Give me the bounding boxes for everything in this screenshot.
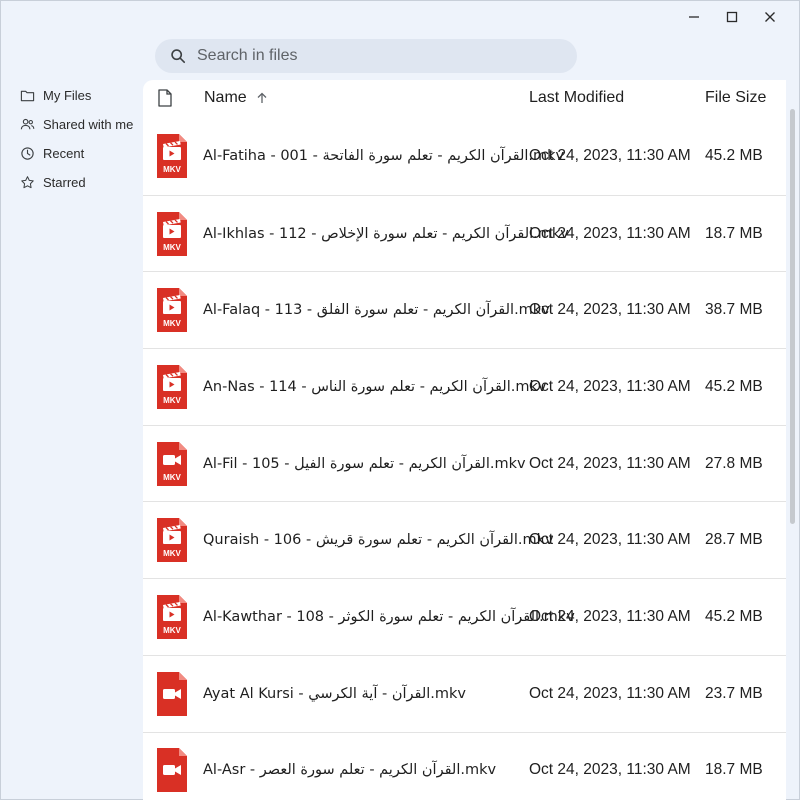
sidebar: My Files Shared with me Recent Starred <box>13 81 143 197</box>
file-size: 23.7 MB <box>705 685 763 703</box>
file-last-modified: Oct 24, 2023, 11:30 AM <box>529 761 691 779</box>
file-name: Al-Fatiha - 001 - القرآن الكريم - تعلم س… <box>203 148 564 164</box>
sidebar-item-starred[interactable]: Starred <box>13 168 143 197</box>
svg-text:MKV: MKV <box>163 319 181 328</box>
svg-text:MKV: MKV <box>163 473 181 482</box>
window-controls <box>675 7 789 27</box>
file-name: Al-Kawthar - 108 - القرآن الكريم - تعلم … <box>203 609 575 625</box>
file-last-modified: Oct 24, 2023, 11:30 AM <box>529 225 691 243</box>
table-row[interactable]: MKV Al-Ikhlas - 112 - القرآن الكريم - تع… <box>143 195 786 272</box>
sort-ascending-icon <box>256 92 268 104</box>
file-size: 28.7 MB <box>705 531 763 549</box>
table-row[interactable]: Al-Asr - القرآن الكريم - تعلم سورة العصر… <box>143 732 786 801</box>
file-size: 45.2 MB <box>705 608 763 626</box>
file-last-modified: Oct 24, 2023, 11:30 AM <box>529 455 691 473</box>
mkv-file-icon: MKV <box>155 516 189 564</box>
file-size: 18.7 MB <box>705 761 763 779</box>
scrollbar-thumb[interactable] <box>790 109 795 524</box>
file-type-icon <box>157 89 173 107</box>
table-row[interactable]: MKV An-Nas - 114 - القرآن الكريم - تعلم … <box>143 348 786 425</box>
column-header-file-size[interactable]: File Size <box>705 89 766 107</box>
mkv-file-icon: MKV <box>155 363 189 411</box>
table-row[interactable]: MKV Al-Falaq - 113 - القرآن الكريم - تعل… <box>143 271 786 348</box>
svg-text:MKV: MKV <box>163 549 181 558</box>
file-size: 27.8 MB <box>705 455 763 473</box>
file-name: Al-Falaq - 113 - القرآن الكريم - تعلم سو… <box>203 302 550 318</box>
star-icon <box>19 175 35 191</box>
maximize-icon[interactable] <box>713 7 751 27</box>
file-size: 45.2 MB <box>705 378 763 396</box>
file-size: 18.7 MB <box>705 225 763 243</box>
file-last-modified: Oct 24, 2023, 11:30 AM <box>529 685 691 703</box>
sidebar-item-label: Shared with me <box>43 117 133 132</box>
video-file-icon <box>155 746 189 794</box>
table-header: Name Last Modified File Size <box>143 80 786 116</box>
column-header-name-label: Name <box>204 89 247 107</box>
file-last-modified: Oct 24, 2023, 11:30 AM <box>529 147 691 165</box>
clock-icon <box>19 146 35 162</box>
file-size: 38.7 MB <box>705 301 763 319</box>
file-last-modified: Oct 24, 2023, 11:30 AM <box>529 301 691 319</box>
table-row[interactable]: MKV Quraish - 106 - القرآن الكريم - تعلم… <box>143 501 786 578</box>
mkv-file-icon: MKV <box>155 132 189 180</box>
table-row[interactable]: MKV Al-Kawthar - 108 - القرآن الكريم - ت… <box>143 578 786 655</box>
table-row[interactable]: MKV Al-Fil - 105 - القرآن الكريم - تعلم … <box>143 425 786 502</box>
people-icon <box>19 117 35 133</box>
file-rows: MKV Al-Fatiha - 001 - القرآن الكريم - تع… <box>143 118 786 801</box>
file-name: An-Nas - 114 - القرآن الكريم - تعلم سورة… <box>203 379 546 395</box>
sidebar-item-label: Recent <box>43 146 84 161</box>
folder-icon <box>19 88 35 104</box>
file-name: Al-Fil - 105 - القرآن الكريم - تعلم سورة… <box>203 456 526 472</box>
file-last-modified: Oct 24, 2023, 11:30 AM <box>529 378 691 396</box>
sidebar-item-label: Starred <box>43 175 86 190</box>
file-name: Al-Asr - القرآن الكريم - تعلم سورة العصر… <box>203 762 496 778</box>
column-header-name[interactable]: Name <box>204 89 268 107</box>
column-header-last-modified[interactable]: Last Modified <box>529 89 624 107</box>
table-row[interactable]: Ayat Al Kursi - القرآن - آية الكرسي.mkv … <box>143 655 786 732</box>
file-list: Name Last Modified File Size MKV Al-Fati… <box>143 80 786 801</box>
svg-text:MKV: MKV <box>163 243 181 252</box>
svg-text:MKV: MKV <box>163 396 181 405</box>
svg-text:MKV: MKV <box>163 165 181 174</box>
mkv-file-icon: MKV <box>155 210 189 258</box>
table-row[interactable]: MKV Al-Fatiha - 001 - القرآن الكريم - تع… <box>143 118 786 195</box>
file-size: 45.2 MB <box>705 147 763 165</box>
minimize-icon[interactable] <box>675 7 713 27</box>
svg-text:MKV: MKV <box>163 626 181 635</box>
video-file-icon <box>155 670 189 718</box>
sidebar-item-label: My Files <box>43 88 91 103</box>
vertical-scrollbar[interactable] <box>790 109 796 524</box>
search-input[interactable] <box>197 47 557 65</box>
file-last-modified: Oct 24, 2023, 11:30 AM <box>529 608 691 626</box>
file-name: Ayat Al Kursi - القرآن - آية الكرسي.mkv <box>203 686 466 702</box>
sidebar-item-recent[interactable]: Recent <box>13 139 143 168</box>
close-icon[interactable] <box>751 7 789 27</box>
file-name: Quraish - 106 - القرآن الكريم - تعلم سور… <box>203 532 554 548</box>
search-bar[interactable] <box>155 39 577 73</box>
mkv-file-icon: MKV <box>155 593 189 641</box>
search-icon <box>169 47 187 65</box>
file-manager-window: My Files Shared with me Recent Starred <box>0 0 800 800</box>
sidebar-item-shared-with-me[interactable]: Shared with me <box>13 110 143 139</box>
mkv-video-file-icon: MKV <box>155 440 189 488</box>
sidebar-item-my-files[interactable]: My Files <box>13 81 143 110</box>
mkv-file-icon: MKV <box>155 286 189 334</box>
file-last-modified: Oct 24, 2023, 11:30 AM <box>529 531 691 549</box>
file-name: Al-Ikhlas - 112 - القرآن الكريم - تعلم س… <box>203 226 569 242</box>
